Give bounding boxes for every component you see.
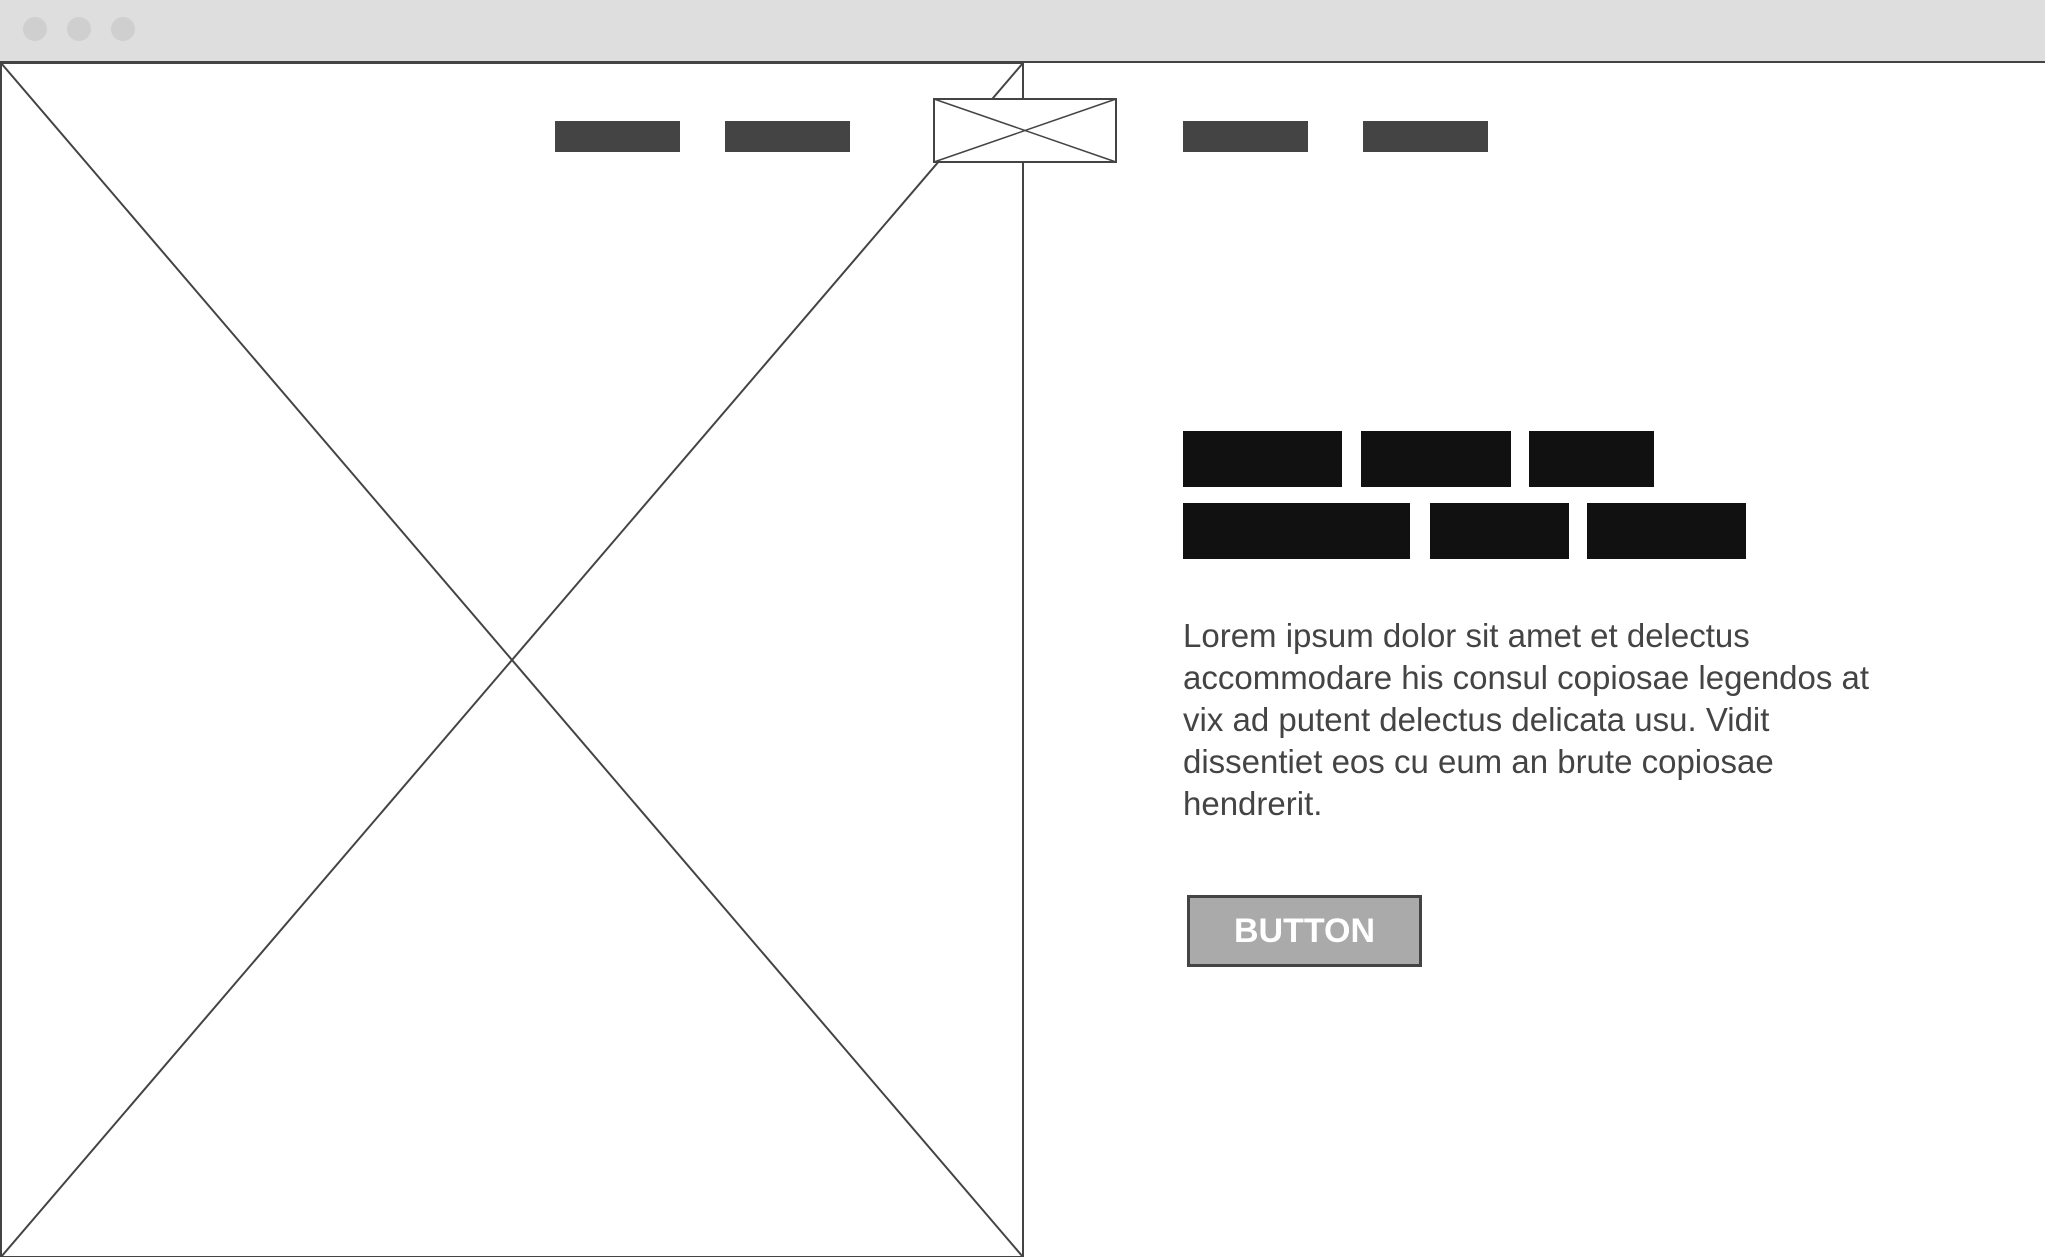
nav-link-2[interactable]	[725, 121, 850, 152]
headline-word-block	[1183, 503, 1410, 559]
body-paragraph: Lorem ipsum dolor sit amet et delectus a…	[1183, 617, 1870, 822]
nav-link-4[interactable]	[1363, 121, 1488, 152]
maximize-window-button[interactable]	[111, 17, 135, 41]
logo-placeholder-icon	[933, 98, 1117, 163]
headline-word-block	[1529, 431, 1654, 487]
nav-link-1[interactable]	[555, 121, 680, 152]
headline-word-block	[1183, 431, 1342, 487]
browser-window: Lorem ipsum dolor sit amet et delectus a…	[0, 0, 2045, 1257]
headline-word-block	[1587, 503, 1746, 559]
cta-button[interactable]: BUTTON	[1187, 895, 1422, 967]
image-placeholder-icon	[0, 63, 1024, 1257]
close-window-button[interactable]	[23, 17, 47, 41]
logo[interactable]	[933, 98, 1117, 163]
minimize-window-button[interactable]	[67, 17, 91, 41]
nav-link-3[interactable]	[1183, 121, 1308, 152]
headline-word-block	[1430, 503, 1569, 559]
window-titlebar	[0, 0, 2045, 63]
hero-image-placeholder	[0, 63, 1025, 1257]
headline-word-block	[1361, 431, 1511, 487]
